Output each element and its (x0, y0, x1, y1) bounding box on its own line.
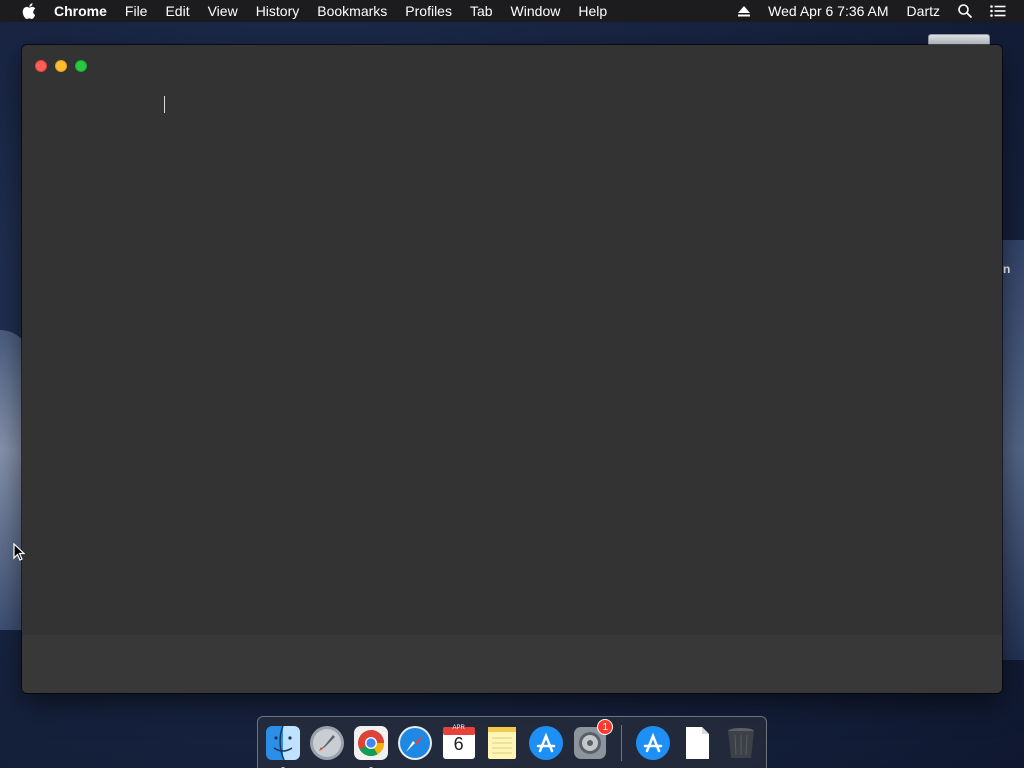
dock-app-store-2[interactable] (634, 724, 672, 762)
notification-badge: 1 (597, 719, 614, 735)
menu-bar-status-area: Wed Apr 6 7:36 AM Dartz (738, 0, 1024, 22)
menu-user[interactable]: Dartz (907, 0, 940, 22)
trash-icon (728, 728, 755, 758)
maximize-button[interactable] (75, 60, 87, 72)
menu-view[interactable]: View (208, 0, 238, 22)
dock-app-store[interactable] (527, 724, 565, 762)
text-caret (164, 96, 165, 113)
window-controls (35, 60, 87, 72)
launchpad-icon (309, 726, 344, 760)
apple-menu-icon[interactable] (18, 3, 40, 19)
dock-finder[interactable] (264, 724, 302, 768)
dock-calendar[interactable]: APR 6 (440, 724, 478, 762)
menu-help[interactable]: Help (578, 0, 607, 22)
wallpaper-mountain-right (1000, 240, 1024, 660)
dock-trash[interactable] (722, 724, 760, 762)
dock-chrome[interactable] (352, 724, 390, 768)
safari-icon (397, 726, 432, 760)
dock: APR 6 1 (257, 716, 767, 768)
desktop-icon-label: n (1003, 262, 1011, 276)
close-button[interactable] (35, 60, 47, 72)
menu-profiles[interactable]: Profiles (405, 0, 452, 22)
menu-history[interactable]: History (256, 0, 300, 22)
menu-datetime[interactable]: Wed Apr 6 7:36 AM (768, 0, 888, 22)
dock-safari[interactable] (396, 724, 434, 762)
notes-icon (488, 727, 517, 759)
chrome-window[interactable] (22, 45, 1002, 693)
menu-bookmarks[interactable]: Bookmarks (317, 0, 387, 22)
document-icon (686, 727, 710, 759)
mouse-pointer-icon (13, 542, 26, 566)
app-store-icon (529, 726, 564, 760)
dock-document[interactable] (678, 724, 716, 762)
finder-icon (265, 725, 300, 761)
dock-separator (621, 725, 623, 761)
menu-file[interactable]: File (125, 0, 148, 22)
eject-icon[interactable] (738, 5, 751, 17)
app-store-icon (636, 726, 671, 760)
spotlight-search-icon[interactable] (958, 4, 972, 18)
menu-tab[interactable]: Tab (470, 0, 493, 22)
menu-edit[interactable]: Edit (165, 0, 189, 22)
dock-launchpad[interactable] (308, 724, 346, 762)
calendar-month: APR (452, 725, 465, 731)
dock-system-preferences[interactable]: 1 (571, 719, 614, 762)
notification-center-icon[interactable] (990, 5, 1006, 17)
window-bottom-area (22, 635, 1002, 693)
menu-app-name[interactable]: Chrome (54, 0, 107, 22)
calendar-date: 6 (453, 734, 464, 754)
menu-bar: Chrome File Edit View History Bookmarks … (0, 0, 1024, 22)
minimize-button[interactable] (55, 60, 67, 72)
menu-window[interactable]: Window (511, 0, 561, 22)
dock-notes[interactable] (484, 724, 522, 762)
chrome-icon (353, 726, 388, 760)
